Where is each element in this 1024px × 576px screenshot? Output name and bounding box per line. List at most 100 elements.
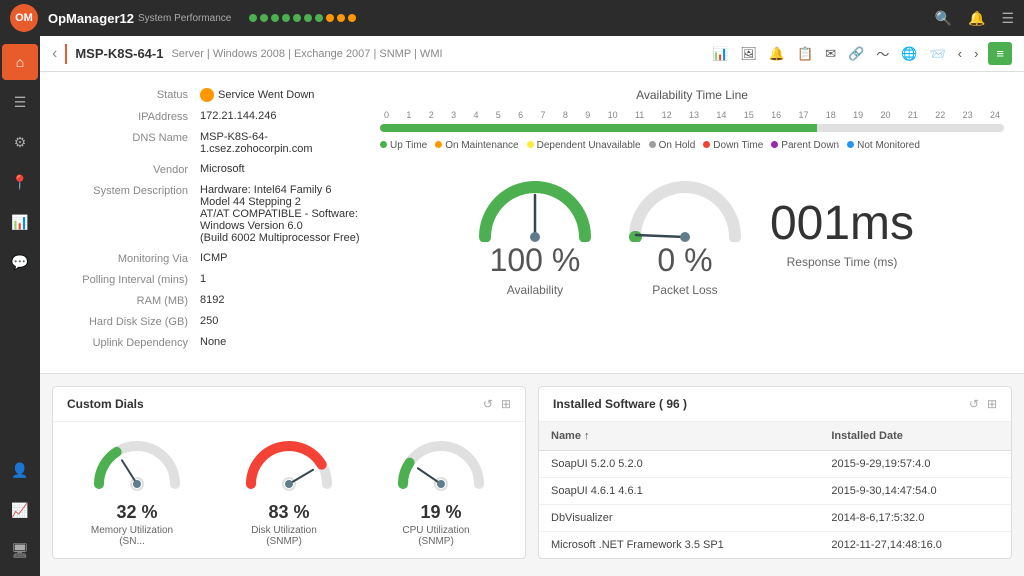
sw-date: 2015-9-30,14:47:54.0 <box>819 478 1011 505</box>
info-row: Uplink DependencyNone <box>60 336 360 349</box>
timeline-number: 11 <box>635 110 644 120</box>
info-value: 8192 <box>200 294 360 306</box>
sw-refresh-icon[interactable]: ↺ <box>969 397 979 411</box>
chart-icon[interactable]: 📊 <box>710 44 730 64</box>
status-text: Service Went Down <box>218 89 314 101</box>
custom-dials-panel: Custom Dials ↺ ⊞ 32 %Memory Utilization … <box>52 386 526 559</box>
legend-item: Not Monitored <box>847 140 920 151</box>
info-row: System DescriptionHardware: Intel64 Fami… <box>60 184 360 244</box>
prev-icon[interactable]: ‹ <box>956 44 964 63</box>
sidebar-item-user[interactable]: 👤 <box>2 452 38 488</box>
legend-item: Parent Down <box>771 140 839 151</box>
bottom-panels: Custom Dials ↺ ⊞ 32 %Memory Utilization … <box>40 374 1024 571</box>
info-label: System Description <box>60 184 200 197</box>
subheader-tools: 📊 🖼 🔔 📋 ✉ 🔗 〜 🌐 📨 ‹ › ≡ <box>710 42 1012 65</box>
response-time-label: Response Time (ms) <box>770 255 914 269</box>
dial-label: Memory Utilization (SN... <box>82 525 182 547</box>
info-row: Polling Interval (mins)1 <box>60 273 360 286</box>
custom-dials-header: Custom Dials ↺ ⊞ <box>53 387 525 422</box>
wave-icon[interactable]: 〜 <box>874 42 891 65</box>
dial-svg <box>82 434 192 499</box>
sw-table-row: DbVisualizer2014-8-6,17:5:32.0 <box>539 505 1011 532</box>
sidebar-item-system[interactable]: 🖥 <box>2 532 38 568</box>
dial-value: 19 % <box>386 502 496 523</box>
availability-value: 100 % <box>470 242 600 279</box>
custom-dials-title: Custom Dials <box>67 397 483 411</box>
timeline-number: 12 <box>662 110 672 120</box>
notifications-icon[interactable]: 🔔 <box>968 10 985 27</box>
response-time-value: 001ms <box>770 196 914 251</box>
link-icon[interactable]: 🔗 <box>846 44 866 64</box>
content-area: ‹ MSP-K8S-64-1 Server | Windows 2008 | E… <box>40 36 1024 576</box>
sw-table-col-header[interactable]: Name ↑ <box>539 422 819 451</box>
packet-loss-value: 0 % <box>620 242 750 279</box>
info-label: DNS Name <box>60 131 200 144</box>
sidebar-item-settings[interactable]: ⚙ <box>2 124 38 160</box>
dial-label: Disk Utilization (SNMP) <box>234 525 334 547</box>
packet-loss-gauge: 0 % Packet Loss <box>620 167 750 297</box>
app-subtitle: System Performance <box>138 13 231 24</box>
info-row: VendorMicrosoft <box>60 163 360 176</box>
expand-icon[interactable]: ⊞ <box>501 397 511 411</box>
status-dot <box>271 14 279 22</box>
sidebar-item-location[interactable]: 📍 <box>2 164 38 200</box>
mail2-icon[interactable]: 📨 <box>928 44 948 64</box>
availability-section: Availability Time Line 01234567891011121… <box>380 88 1004 357</box>
status-indicator-icon <box>200 88 214 102</box>
image-icon[interactable]: 🖼 <box>738 44 759 64</box>
timeline-bar-fill <box>380 124 817 132</box>
timeline-number: 8 <box>563 110 568 120</box>
sidebar-item-list[interactable]: ☰ <box>2 84 38 120</box>
sw-table-row: SoapUI 4.6.1 4.6.12015-9-30,14:47:54.0 <box>539 478 1011 505</box>
sidebar-item-home[interactable]: ⌂ <box>2 44 38 80</box>
menu-icon[interactable]: ☰ <box>1001 10 1014 27</box>
sw-table-row: SoapUI 5.2.0 5.2.02015-9-29,19:57:4.0 <box>539 451 1011 478</box>
next-icon[interactable]: › <box>972 44 980 63</box>
sidebar-item-monitor[interactable]: 📊 <box>2 204 38 240</box>
timeline-number: 24 <box>990 110 1000 120</box>
installed-software-panel: Installed Software ( 96 ) ↺ ⊞ Name ↑Inst… <box>538 386 1012 559</box>
search-icon[interactable]: 🔍 <box>935 10 952 27</box>
custom-dials-panel-icons: ↺ ⊞ <box>483 397 511 411</box>
timeline-number: 16 <box>771 110 781 120</box>
sw-date: 2015-9-29,19:57:4.0 <box>819 451 1011 478</box>
dial-svg <box>234 434 344 499</box>
timeline-number: 9 <box>585 110 590 120</box>
packet-loss-label: Packet Loss <box>620 283 750 297</box>
topbar-icons: 🔍 🔔 ☰ <box>935 10 1014 27</box>
back-button[interactable]: ‹ <box>52 45 57 63</box>
info-value: None <box>200 336 360 348</box>
dial-item: 32 %Memory Utilization (SN... <box>82 434 192 547</box>
sw-table-col-header: Installed Date <box>819 422 1011 451</box>
config-icon[interactable]: 📋 <box>795 44 815 64</box>
info-value: MSP-K8S-64-1.csez.zohocorpin.com <box>200 131 360 155</box>
info-value: ICMP <box>200 252 360 264</box>
timeline-number: 14 <box>716 110 726 120</box>
email-icon[interactable]: ✉ <box>823 44 838 64</box>
legend-dot <box>771 141 778 148</box>
sw-expand-icon[interactable]: ⊞ <box>987 397 997 411</box>
sw-name: SoapUI 4.6.1 4.6.1 <box>539 478 819 505</box>
timeline-number: 18 <box>826 110 836 120</box>
sidebar-item-chat[interactable]: 💬 <box>2 244 38 280</box>
info-value: Service Went Down <box>200 88 360 102</box>
software-panel-icons: ↺ ⊞ <box>969 397 997 411</box>
sw-name: Microsoft .NET Framework 3.5 SP1 <box>539 532 819 559</box>
avail-legend: Up TimeOn MaintenanceDependent Unavailab… <box>380 140 1004 151</box>
legend-dot <box>435 141 442 148</box>
menu-toggle[interactable]: ≡ <box>988 42 1012 65</box>
info-row: Monitoring ViaICMP <box>60 252 360 265</box>
legend-dot <box>703 141 710 148</box>
software-table: Name ↑Installed Date SoapUI 5.2.0 5.2.02… <box>539 422 1011 558</box>
refresh-icon[interactable]: ↺ <box>483 397 493 411</box>
sidebar-item-chart[interactable]: 📈 <box>2 492 38 528</box>
info-label: Polling Interval (mins) <box>60 273 200 286</box>
globe-icon[interactable]: 🌐 <box>899 44 919 64</box>
availability-label: Availability <box>470 283 600 297</box>
sw-table-row: Microsoft .NET Framework 3.5 SP12012-11-… <box>539 532 1011 559</box>
status-dot <box>260 14 268 22</box>
topbar: OM OpManager12 System Performance 🔍 🔔 ☰ <box>0 0 1024 36</box>
timeline-number: 2 <box>429 110 434 120</box>
alerts-icon[interactable]: 🔔 <box>767 44 787 64</box>
info-label: RAM (MB) <box>60 294 200 307</box>
